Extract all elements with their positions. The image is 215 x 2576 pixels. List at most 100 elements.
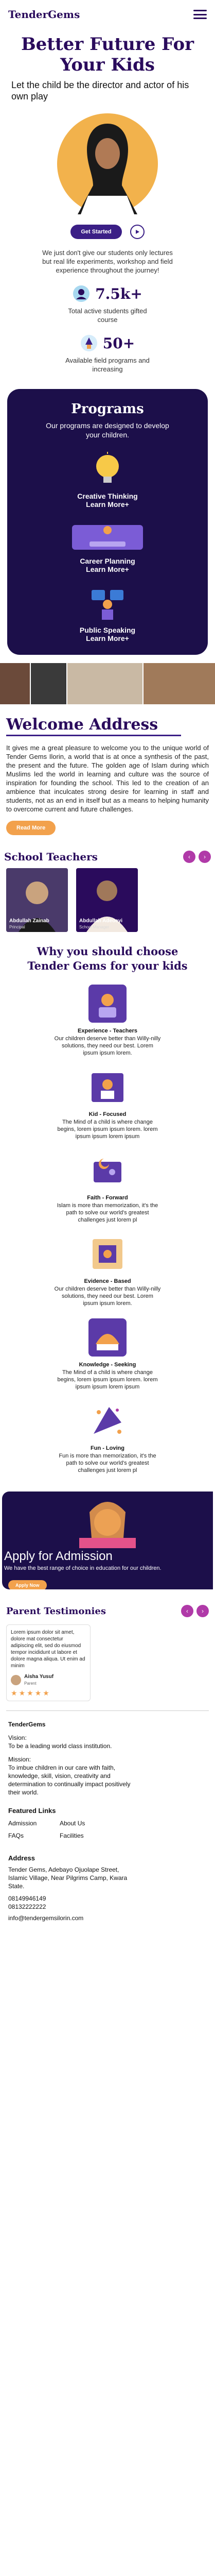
- lightbulb-icon: [96, 452, 119, 483]
- menu-icon[interactable]: [193, 10, 207, 19]
- mission-label: Mission:: [8, 1756, 31, 1763]
- testimonial-card: Lorem ipsum dolor sit amet, dolore mat c…: [6, 1624, 91, 1701]
- prev-arrow-icon[interactable]: ‹: [181, 1605, 193, 1617]
- knowledge-icon: [88, 1318, 127, 1357]
- teacher-name: Abdullah Zainab: [9, 918, 49, 924]
- program-card[interactable]: Creative Thinking Learn More+: [15, 452, 200, 509]
- feature-title: Experience - Teachers: [78, 1028, 137, 1034]
- testimonials-section: Parent Testimonies ‹ › Lorem ipsum dolor…: [0, 1605, 215, 1711]
- footer-brand: TenderGems: [8, 1721, 46, 1728]
- fun-icon: [88, 1402, 127, 1440]
- footer-link[interactable]: FAQs: [8, 1832, 60, 1840]
- welcome-body: It gives me a great pleasure to welcome …: [6, 744, 209, 813]
- feature-desc: The Mind of a child is where change begi…: [57, 1369, 158, 1390]
- star-icon: ★: [43, 1689, 49, 1697]
- admission-title: Apply for Admission: [4, 1549, 113, 1563]
- hero-section: Better Future For Your Kids Let the chil…: [0, 29, 215, 374]
- stat-label: Total active students gifted course: [68, 307, 147, 324]
- links-title: Featured Links: [8, 1807, 56, 1815]
- title-underline: [6, 735, 181, 736]
- parent-role: Parent: [24, 1681, 37, 1686]
- feature-desc: Islam is more than memorization, it's th…: [57, 1202, 158, 1223]
- get-started-button[interactable]: Get Started: [70, 225, 122, 239]
- feature-title: Knowledge - Seeking: [79, 1362, 136, 1368]
- evidence-icon: [88, 1235, 127, 1273]
- feature-desc: The Mind of a child is where change begi…: [57, 1119, 158, 1140]
- feature-item: Knowledge - Seeking The Mind of a child …: [0, 1318, 215, 1391]
- star-rating: ★ ★ ★ ★ ★: [11, 1689, 86, 1697]
- mission-text: To imbue children in our care with faith…: [8, 1764, 131, 1796]
- footer-link[interactable]: Admission: [8, 1819, 60, 1827]
- teacher-card[interactable]: Abdullah Adeoeyi School Manager: [76, 868, 138, 932]
- programs-section: Programs Our programs are designed to de…: [7, 389, 208, 655]
- prev-arrow-icon[interactable]: ‹: [183, 851, 195, 863]
- feature-title: Fun - Loving: [91, 1445, 124, 1451]
- public-speaking-icon: [92, 590, 123, 620]
- teacher-role: Principal: [9, 925, 25, 929]
- star-icon: ★: [27, 1689, 33, 1697]
- hero-blurb: We just don't give our students only lec…: [42, 249, 173, 274]
- teacher-role: School Manager: [79, 925, 110, 929]
- kid-icon: [88, 1068, 127, 1106]
- star-icon: ★: [11, 1689, 17, 1697]
- next-arrow-icon[interactable]: ›: [199, 851, 211, 863]
- teacher-name: Abdullah Adeoeyi: [79, 918, 123, 924]
- feature-title: Faith - Forward: [87, 1195, 128, 1201]
- faith-icon: [88, 1151, 127, 1190]
- feature-item: Experience - Teachers Our children deser…: [0, 985, 215, 1057]
- learn-more-link[interactable]: Learn More+: [86, 565, 129, 573]
- program-card[interactable]: Public Speaking Learn More+: [15, 586, 200, 642]
- teachers-title: School Teachers: [4, 851, 98, 863]
- program-card[interactable]: Career Planning Learn More+: [15, 521, 200, 573]
- read-more-button[interactable]: Read More: [6, 821, 56, 835]
- phone-number[interactable]: 08149946149: [8, 1894, 207, 1903]
- footer-links: Admission About Us FAQs Facilities: [8, 1819, 111, 1844]
- why-choose-title: Why you should choose Tender Gems for yo…: [27, 945, 188, 972]
- programs-subtitle: Our programs are designed to develop you…: [46, 421, 169, 439]
- admission-body: We have the best range of choice in educ…: [4, 1565, 162, 1571]
- apply-now-button[interactable]: Apply Now: [8, 1580, 47, 1589]
- feature-desc: Our children deserve better than Willy-n…: [54, 1286, 161, 1307]
- feature-item: Kid - Focused The Mind of a child is whe…: [0, 1068, 215, 1140]
- testimonials-title: Parent Testimonies: [6, 1605, 106, 1617]
- feature-title: Kid - Focused: [88, 1111, 127, 1117]
- feature-item: Faith - Forward Islam is more than memor…: [0, 1151, 215, 1224]
- program-title: Public Speaking: [79, 626, 136, 634]
- stat-programs: 50+ Available field programs and increas…: [8, 334, 207, 374]
- admission-banner: Apply for Admission We have the best ran…: [2, 1492, 213, 1589]
- career-planning-icon: [72, 525, 143, 550]
- phone-number[interactable]: 08132222222: [8, 1903, 207, 1911]
- feature-desc: Our children deserve better than Willy-n…: [54, 1036, 161, 1056]
- star-icon: ★: [34, 1689, 42, 1697]
- welcome-title: Welcome Address: [6, 716, 158, 734]
- gallery-photo[interactable]: [0, 663, 30, 704]
- learn-more-link[interactable]: Learn More+: [86, 500, 129, 509]
- stat-students: 7.5k+ Total active students gifted cours…: [8, 285, 207, 324]
- teachers-icon: [88, 985, 127, 1023]
- site-logo[interactable]: TenderGems: [8, 8, 80, 21]
- footer-link[interactable]: Facilities: [60, 1832, 111, 1840]
- program-title: Career Planning: [80, 557, 135, 565]
- email-link[interactable]: info@tendergemsilorin.com: [8, 1914, 207, 1922]
- star-icon: ★: [19, 1689, 26, 1697]
- divider: [6, 1710, 209, 1711]
- parent-name: Aisha Yusuf: [24, 1674, 54, 1680]
- gallery-photo[interactable]: [143, 663, 215, 704]
- stat-value: 50+: [102, 334, 135, 352]
- students-icon: [73, 285, 90, 302]
- stat-value: 7.5k+: [95, 285, 142, 302]
- feature-item: Fun - Loving Fun is more than memorizati…: [0, 1402, 215, 1474]
- play-video-icon[interactable]: [130, 225, 145, 239]
- learn-more-link[interactable]: Learn More+: [86, 634, 129, 642]
- hero-image: [57, 108, 158, 216]
- address-title: Address: [8, 1854, 35, 1862]
- vision-text: To be a leading world class institution.: [8, 1742, 112, 1750]
- footer-link[interactable]: About Us: [60, 1819, 111, 1827]
- welcome-section: Welcome Address It gives me a great plea…: [0, 716, 215, 835]
- programs-icon: [80, 335, 97, 351]
- teacher-card[interactable]: Abdullah Zainab Principal: [6, 868, 68, 932]
- gallery-photo[interactable]: [67, 663, 142, 704]
- site-footer: TenderGems Vision: To be a leading world…: [0, 1720, 215, 1922]
- gallery-photo[interactable]: [30, 663, 67, 704]
- next-arrow-icon[interactable]: ›: [196, 1605, 209, 1617]
